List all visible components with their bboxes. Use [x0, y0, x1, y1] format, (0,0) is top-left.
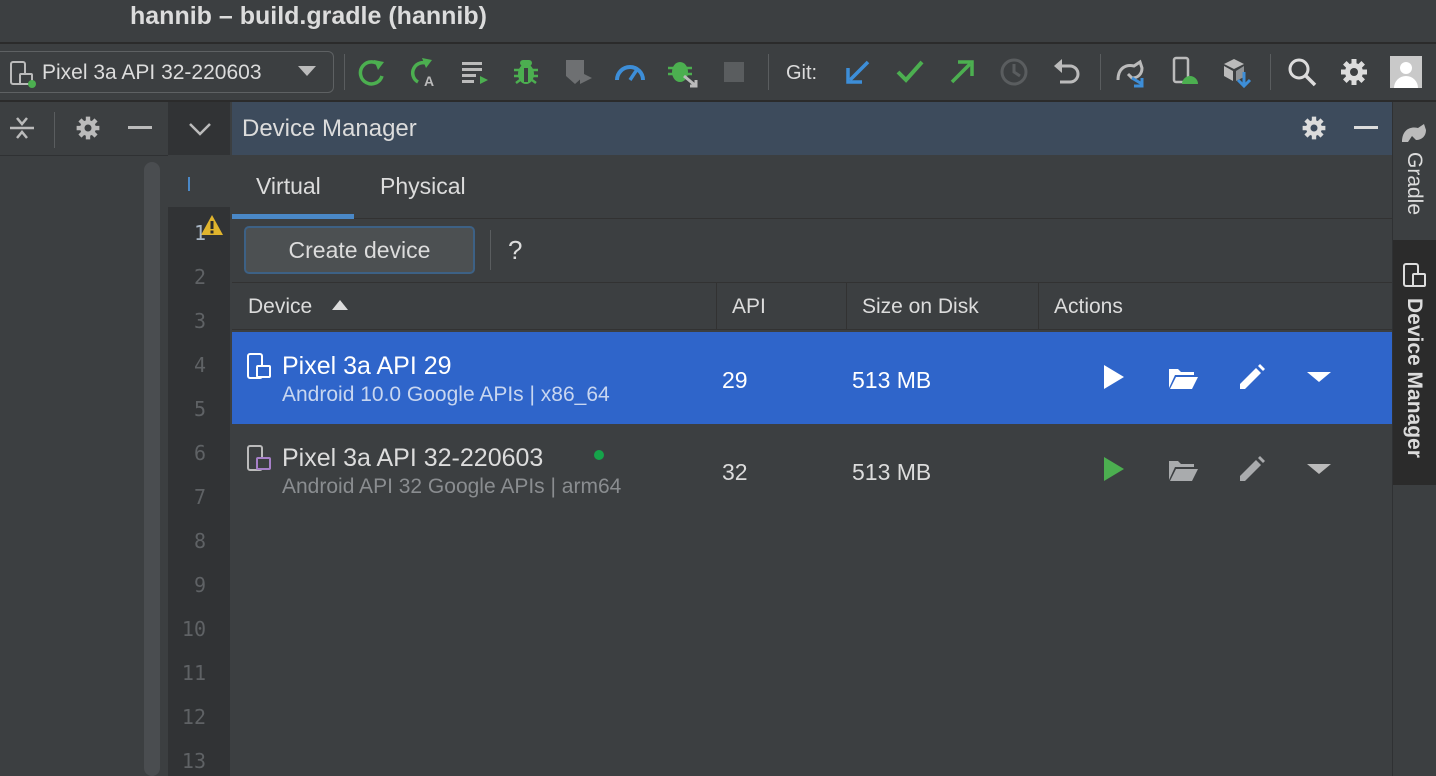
tab-virtual[interactable]: Virtual: [256, 172, 321, 200]
apply-changes-icon[interactable]: A: [406, 56, 438, 88]
device-manager-tool-tab[interactable]: Device Manager: [1402, 298, 1426, 458]
panel-scrollbar[interactable]: [144, 162, 160, 776]
window-title: hannib – build.gradle (hannib): [130, 2, 487, 30]
help-button[interactable]: ?: [508, 234, 522, 266]
panel-separator: [54, 112, 55, 148]
text-cursor: [188, 177, 190, 191]
toolbar-separator: [490, 230, 491, 270]
project-panel: [0, 102, 168, 776]
gradle-sync-icon[interactable]: [1114, 56, 1146, 88]
sync-icon[interactable]: [356, 56, 388, 88]
git-commit-icon[interactable]: [894, 56, 926, 88]
line-number: 13: [181, 749, 206, 773]
svg-text:A: A: [424, 73, 434, 88]
device-selector-label: Pixel 3a API 32-220603: [42, 61, 262, 84]
gradle-icon: [1402, 124, 1426, 142]
device-api: 32: [722, 459, 748, 485]
device-size: 513 MB: [852, 459, 932, 485]
avatar[interactable]: [1390, 56, 1422, 88]
line-number: 11: [181, 661, 206, 685]
more-dropdown-icon[interactable]: [1302, 452, 1336, 486]
column-header-device[interactable]: Device: [248, 294, 312, 320]
toolbar-separator: [768, 54, 769, 90]
device-manager-title: Device Manager: [242, 115, 417, 142]
git-label: Git:: [786, 62, 818, 84]
device-manager-icon: [1403, 263, 1426, 287]
line-number: 10: [181, 617, 206, 641]
device-details: Android API 32 Google APIs | arm64: [282, 475, 622, 498]
tab-physical[interactable]: Physical: [380, 172, 466, 200]
table-header: [232, 282, 1392, 330]
line-number: 8: [193, 529, 206, 553]
active-tab-indicator: [232, 214, 354, 219]
device-name: Pixel 3a API 32-220603: [282, 444, 544, 472]
sdk-manager-icon[interactable]: [1220, 56, 1252, 88]
device-api: 29: [722, 367, 748, 393]
folder-open-icon[interactable]: [1166, 360, 1200, 394]
column-divider: [1038, 283, 1039, 329]
gear-icon[interactable]: [74, 114, 102, 142]
git-update-icon[interactable]: [842, 56, 874, 88]
minimize-icon[interactable]: [126, 118, 154, 138]
line-number: 5: [193, 397, 206, 421]
folder-open-icon[interactable]: [1166, 452, 1200, 486]
minimize-icon[interactable]: [1352, 118, 1380, 138]
device-size: 513 MB: [852, 367, 932, 393]
git-push-icon[interactable]: [946, 56, 978, 88]
line-number: 4: [193, 353, 206, 377]
play-icon[interactable]: [1096, 360, 1130, 394]
column-header-api[interactable]: API: [732, 294, 766, 320]
settings-icon[interactable]: [1338, 56, 1370, 88]
history-icon[interactable]: [998, 56, 1030, 88]
column-header-actions: Actions: [1054, 295, 1123, 318]
device-name: Pixel 3a API 29: [282, 352, 452, 380]
column-divider: [846, 283, 847, 329]
run-config-icon[interactable]: [458, 56, 490, 88]
tabs-divider: [232, 218, 1392, 219]
edit-icon[interactable]: [1234, 360, 1268, 394]
column-header-size[interactable]: Size on Disk: [862, 294, 979, 320]
create-device-button[interactable]: Create device: [244, 226, 475, 274]
line-number: 9: [193, 573, 206, 597]
gear-icon[interactable]: [1300, 114, 1328, 142]
collapse-all-icon[interactable]: [8, 114, 36, 142]
edit-icon[interactable]: [1234, 452, 1268, 486]
more-dropdown-icon[interactable]: [1302, 360, 1336, 394]
phone-icon: [10, 61, 36, 88]
device-details: Android 10.0 Google APIs | x86_64: [282, 383, 610, 406]
stop-icon[interactable]: [718, 56, 750, 88]
line-number: 1: [193, 221, 206, 245]
table-row[interactable]: Pixel 3a API 32-220603 Android API 32 Go…: [232, 424, 1392, 516]
gradle-tool-tab[interactable]: Gradle: [1402, 152, 1426, 215]
toolbar-separator: [344, 54, 345, 90]
coverage-icon[interactable]: [562, 56, 594, 88]
play-icon[interactable]: [1096, 452, 1130, 486]
profile-icon[interactable]: [614, 56, 646, 88]
device-manager-icon[interactable]: [1168, 56, 1200, 88]
virtual-device-icon: [247, 353, 271, 379]
panel-header-divider: [0, 155, 168, 156]
debug-icon[interactable]: [510, 56, 542, 88]
virtual-device-icon: [247, 445, 271, 471]
line-number: 2: [193, 265, 206, 289]
chevron-down-icon[interactable]: [186, 114, 214, 142]
chevron-down-icon: [298, 66, 316, 76]
line-number: 12: [181, 705, 206, 729]
sort-ascending-icon: [332, 300, 348, 310]
editor-gutter-header: [168, 155, 230, 207]
attach-debugger-icon[interactable]: [666, 56, 698, 88]
line-number: 3: [193, 309, 206, 333]
table-row[interactable]: Pixel 3a API 29 Android 10.0 Google APIs…: [232, 332, 1392, 424]
toolbar-separator: [1100, 54, 1101, 90]
line-number: 6: [193, 441, 206, 465]
line-number: 7: [193, 485, 206, 509]
rollback-icon[interactable]: [1050, 56, 1082, 88]
toolbar-separator: [1270, 54, 1271, 90]
search-icon[interactable]: [1286, 56, 1318, 88]
online-status-dot: [594, 450, 604, 460]
column-divider: [716, 283, 717, 329]
